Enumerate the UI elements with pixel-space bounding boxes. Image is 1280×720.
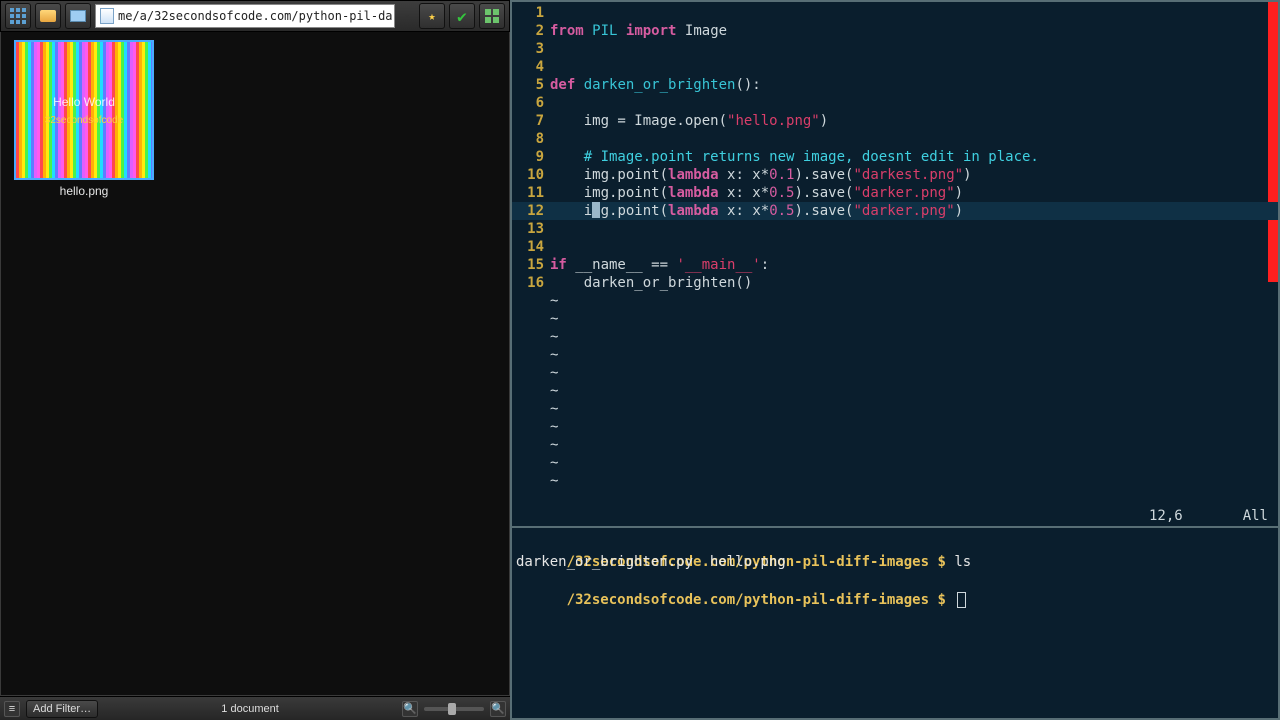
status-menu-icon[interactable]: ≡ — [4, 701, 20, 717]
code-line: # Image.point returns new image, doesnt … — [550, 148, 1266, 166]
document-icon — [100, 8, 114, 24]
address-text: me/a/32secondsofcode.com/python-pil-dark… — [118, 9, 395, 23]
view-mode-button[interactable] — [479, 3, 505, 29]
address-bar[interactable]: me/a/32secondsofcode.com/python-pil-dark… — [95, 4, 395, 28]
empty-line: ~ — [550, 436, 1266, 454]
empty-line: ~ — [550, 310, 1266, 328]
code-line — [550, 238, 1266, 256]
thumb-text-2: 32secondsofcode — [45, 115, 123, 126]
add-filter-button[interactable]: Add Filter… — [26, 700, 98, 718]
document-count: 1 document — [104, 703, 396, 715]
scroll-percent: All — [1243, 508, 1268, 524]
zoom-out-icon[interactable]: 🔍 — [402, 701, 418, 717]
terminal-window: 1234 5678 9101112 13141516 from PIL impo… — [510, 0, 1280, 720]
code-line — [550, 40, 1266, 58]
cursor-position: 12,6 — [1149, 508, 1183, 524]
fm-statusbar: ≡ Add Filter… 1 document 🔍 🔍 — [0, 696, 510, 720]
empty-line: ~ — [550, 346, 1266, 364]
code-line: from PIL import Image — [550, 22, 1266, 40]
icon-view-button[interactable] — [5, 3, 31, 29]
folder-icon — [40, 10, 56, 22]
file-name-label: hello.png — [9, 184, 159, 198]
empty-line: ~ — [550, 292, 1266, 310]
line-number-gutter: 1234 5678 9101112 13141516 — [512, 2, 550, 526]
cursor — [592, 202, 600, 218]
empty-line: ~ — [550, 364, 1266, 382]
empty-line: ~ — [550, 454, 1266, 472]
code-line: img = Image.open("hello.png") — [550, 112, 1266, 130]
zoom-in-icon[interactable]: 🔍 — [490, 701, 506, 717]
code-line: img.point(lambda x: x*0.5).save("darker.… — [550, 202, 1266, 220]
code-area[interactable]: from PIL import Image def darken_or_brig… — [550, 2, 1266, 526]
terminal-line: /32secondsofcode.com/python-pil-diff-ima… — [516, 534, 1274, 553]
code-line — [550, 220, 1266, 238]
terminal-line: /32secondsofcode.com/python-pil-diff-ima… — [516, 572, 1274, 591]
empty-line: ~ — [550, 328, 1266, 346]
grid-icon — [10, 8, 26, 24]
go-button[interactable]: ✔ — [449, 3, 475, 29]
code-line — [550, 94, 1266, 112]
code-line — [550, 130, 1266, 148]
scrollbar-warning — [1268, 2, 1278, 282]
empty-line: ~ — [550, 382, 1266, 400]
code-line: def darken_or_brighten(): — [550, 76, 1266, 94]
fm-content-area[interactable]: Hello World 32secondsofcode hello.png — [0, 32, 510, 696]
fm-toolbar: me/a/32secondsofcode.com/python-pil-dark… — [0, 0, 510, 32]
zoom-slider[interactable] — [424, 707, 484, 711]
path-home-button[interactable] — [65, 3, 91, 29]
thumb-text-1: Hello World — [53, 95, 115, 109]
vim-editor[interactable]: 1234 5678 9101112 13141516 from PIL impo… — [512, 2, 1278, 528]
code-line: if __name__ == '__main__': — [550, 256, 1266, 274]
reload-button[interactable]: ★ — [419, 3, 445, 29]
code-line: img.point(lambda x: x*0.1).save("darkest… — [550, 166, 1266, 184]
prompt-cwd: /32secondsofcode.com/python-pil-diff-ima… — [567, 592, 929, 608]
empty-line: ~ — [550, 472, 1266, 490]
empty-line: ~ — [550, 400, 1266, 418]
bookmarks-button[interactable] — [35, 3, 61, 29]
shell-terminal[interactable]: /32secondsofcode.com/python-pil-diff-ima… — [512, 528, 1278, 718]
code-line: darken_or_brighten() — [550, 274, 1266, 292]
grid4-icon — [485, 9, 499, 23]
drive-icon — [70, 10, 86, 22]
vim-status-line: 12,6 All — [512, 506, 1278, 526]
code-line — [550, 4, 1266, 22]
file-manager: me/a/32secondsofcode.com/python-pil-dark… — [0, 0, 510, 720]
file-item[interactable]: Hello World 32secondsofcode hello.png — [9, 40, 159, 198]
code-line: img.point(lambda x: x*0.5).save("darker.… — [550, 184, 1266, 202]
code-line — [550, 58, 1266, 76]
history-dropdown[interactable]: ▾ — [399, 4, 415, 28]
command-text: ls — [954, 554, 971, 570]
file-thumbnail: Hello World 32secondsofcode — [14, 40, 154, 180]
terminal-cursor — [957, 592, 966, 608]
empty-line: ~ — [550, 418, 1266, 436]
